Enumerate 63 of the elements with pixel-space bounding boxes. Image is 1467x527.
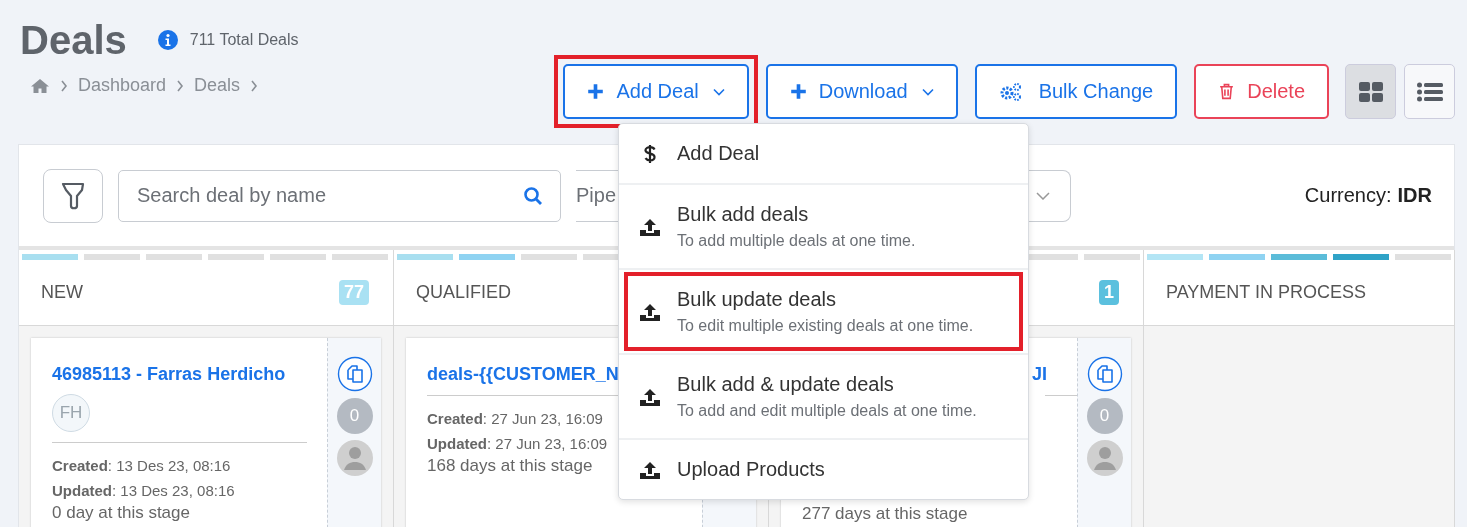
action-button[interactable]: Add Deal bbox=[563, 64, 749, 119]
upload-icon bbox=[640, 459, 660, 480]
created-date: Created: 13 Des 23, 08:16 bbox=[52, 456, 231, 476]
plus-icon bbox=[587, 83, 605, 100]
home-icon[interactable] bbox=[30, 77, 50, 94]
page-title: Deals bbox=[20, 17, 127, 63]
days-in-stage: 0 day at this stage bbox=[52, 503, 190, 523]
days-in-stage: 277 days at this stage bbox=[802, 504, 968, 524]
notes-count: 0 bbox=[336, 398, 373, 434]
currency-value: IDR bbox=[1397, 184, 1432, 207]
currency-label: Currency: bbox=[1304, 184, 1392, 207]
upload-icon bbox=[640, 301, 660, 322]
notes-count: 0 bbox=[1086, 398, 1123, 434]
search-field[interactable]: Search deal by name bbox=[118, 169, 561, 222]
chevron-down-icon bbox=[1036, 191, 1050, 200]
column-title: NEW bbox=[41, 282, 83, 303]
action-button[interactable]: Download bbox=[765, 64, 958, 119]
deal-title[interactable]: JI bbox=[1032, 364, 1047, 385]
column-title: PAYMENT IN PROCESS bbox=[1166, 282, 1367, 303]
trash-icon bbox=[1218, 83, 1236, 100]
chevron-icon bbox=[176, 79, 185, 92]
deal-count: 1 bbox=[1099, 280, 1119, 305]
breadcrumb-link[interactable]: Dashboard bbox=[78, 75, 167, 96]
menu-item-description: To edit multiple existing deals at one time. bbox=[677, 317, 974, 335]
copy-icon[interactable] bbox=[1086, 356, 1123, 392]
menu-item[interactable]: Bulk add deals To add multiple deals at one time. bbox=[624, 187, 1023, 266]
deal-card[interactable]: 46985113 - Farras Herdicho FH Created: 13 Des 23, 08:16 Updated: 13 Des 23, 08:16 0 day at this stage 0 bbox=[31, 338, 381, 527]
grid-view-button[interactable] bbox=[1345, 64, 1396, 119]
search-icon bbox=[523, 185, 543, 206]
updated-date: Updated: 13 Des 23, 08:16 bbox=[52, 481, 235, 501]
updated-date: Updated: 27 Jun 23, 16:09 bbox=[427, 434, 608, 454]
grid-icon bbox=[1357, 81, 1384, 102]
list-view-button[interactable] bbox=[1404, 64, 1455, 119]
days-in-stage: 168 days at this stage bbox=[427, 456, 593, 476]
total-deals: 711 Total Deals bbox=[189, 31, 299, 49]
menu-item-label: Bulk add deals bbox=[677, 203, 810, 226]
gears-icon bbox=[998, 81, 1023, 102]
menu-item[interactable]: Bulk update deals To edit multiple existing deals at one time. bbox=[624, 272, 1023, 351]
filter-icon bbox=[60, 180, 86, 211]
info-icon bbox=[157, 30, 178, 50]
upload-icon bbox=[640, 386, 660, 407]
filter-button[interactable] bbox=[43, 168, 103, 223]
avatar-initials: FH bbox=[52, 394, 90, 432]
deal-title[interactable]: 46985113 - Farras Herdicho bbox=[52, 364, 286, 385]
action-button[interactable]: Bulk Change bbox=[974, 64, 1178, 119]
breadcrumb-link[interactable]: Deals bbox=[194, 75, 241, 96]
menu-item-label: Add Deal bbox=[677, 142, 760, 165]
deal-count: 77 bbox=[338, 280, 369, 305]
menu-item-description: To add multiple deals at one time. bbox=[677, 232, 916, 250]
list-icon bbox=[1416, 81, 1443, 102]
menu-item-label: Bulk update deals bbox=[677, 288, 837, 311]
person-avatar-icon bbox=[336, 440, 373, 476]
chevron-icon bbox=[250, 79, 259, 92]
created-date: Created: 27 Jun 23, 16:09 bbox=[427, 409, 603, 429]
menu-item[interactable]: Add Deal bbox=[624, 126, 1023, 181]
person-avatar-icon bbox=[1086, 440, 1123, 476]
chevron-icon bbox=[60, 79, 68, 92]
copy-icon[interactable] bbox=[336, 356, 373, 392]
deal-title[interactable]: deals-{{CUSTOMER_N bbox=[427, 364, 619, 385]
action-button[interactable]: Delete bbox=[1194, 64, 1329, 119]
plus-icon bbox=[789, 83, 807, 100]
upload-icon bbox=[640, 216, 660, 237]
column-title: QUALIFIED bbox=[416, 282, 512, 303]
